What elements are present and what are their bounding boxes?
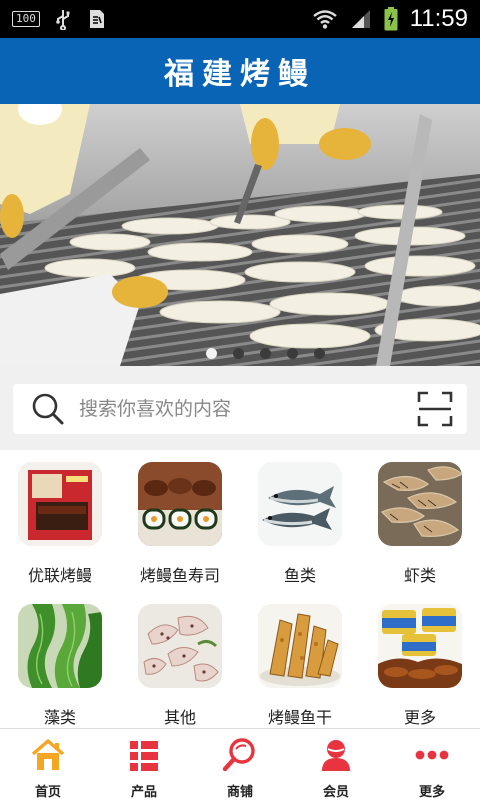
carousel-dot[interactable] <box>313 348 325 359</box>
category-item-sushi[interactable]: 烤鳗鱼寿司 <box>120 450 240 592</box>
battery-percent-badge: 100 <box>12 11 40 27</box>
shop-search-icon <box>222 738 255 772</box>
category-item-fish[interactable]: 鱼类 <box>240 450 360 592</box>
sim-card-icon <box>89 10 104 28</box>
category-item-eel[interactable]: 优联烤鳗 <box>0 450 120 592</box>
nav-label: 会员 <box>322 785 349 800</box>
category-label: 优联烤鳗 <box>27 566 92 585</box>
home-icon <box>31 739 65 770</box>
category-label: 鱼类 <box>283 566 316 585</box>
search-icon[interactable] <box>31 392 65 426</box>
eel-sushi-photo <box>138 462 222 546</box>
nav-label: 商铺 <box>226 785 253 800</box>
more-icon <box>415 750 449 760</box>
category-item-shrimp[interactable]: 虾类 <box>360 450 480 592</box>
scan-icon[interactable] <box>417 391 453 427</box>
category-label: 更多 <box>403 708 436 727</box>
search-section <box>0 366 480 450</box>
nav-item-more[interactable]: 更多 <box>384 729 480 800</box>
status-bar: 100 11:59 <box>0 0 480 38</box>
category-label: 烤鳗鱼寿司 <box>139 566 220 585</box>
member-icon <box>322 740 350 771</box>
category-label: 烤鳗鱼干 <box>267 708 332 727</box>
category-label: 藻类 <box>43 708 76 727</box>
fish-photo <box>258 462 342 546</box>
nav-item-products[interactable]: 产品 <box>96 729 192 800</box>
search-bar[interactable] <box>13 384 467 434</box>
category-item-more[interactable]: 更多 <box>360 592 480 728</box>
app-header: 福建烤鳗 <box>0 38 480 104</box>
carousel-indicators <box>0 348 480 359</box>
nav-label: 产品 <box>130 785 157 800</box>
clock: 11:59 <box>409 5 468 32</box>
status-left: 100 <box>12 8 108 30</box>
app-title: 福建烤鳗 <box>164 57 316 92</box>
seaweed-photo <box>18 604 102 688</box>
bottom-nav: 首页 产品 商铺 会员 更多 <box>0 728 480 800</box>
banner-image <box>0 104 480 366</box>
nav-item-home[interactable]: 首页 <box>0 729 96 800</box>
shrimp-photo <box>378 462 462 546</box>
category-grid: 优联烤鳗 烤鳗鱼寿司 鱼类 虾类 藻类 其他 烤鳗鱼干 更多 <box>0 450 480 728</box>
canned-food-photo <box>378 604 462 688</box>
nav-item-shops[interactable]: 商铺 <box>192 729 288 800</box>
nav-item-member[interactable]: 会员 <box>288 729 384 800</box>
category-label: 其他 <box>163 708 196 727</box>
dried-fish-photo <box>258 604 342 688</box>
nav-label: 首页 <box>34 785 61 800</box>
battery-icon <box>384 7 398 31</box>
nav-label: 更多 <box>418 785 445 800</box>
category-label: 虾类 <box>403 566 436 585</box>
carousel-dot[interactable] <box>205 348 217 359</box>
status-right: 11:59 <box>312 5 468 33</box>
carousel-dot[interactable] <box>259 348 271 359</box>
carousel-dot[interactable] <box>286 348 298 359</box>
usb-icon <box>56 10 70 30</box>
search-input[interactable] <box>79 398 417 420</box>
carousel-dot[interactable] <box>232 348 244 359</box>
signal-icon <box>351 10 370 28</box>
squid-photo <box>138 604 222 688</box>
category-item-dried-eel[interactable]: 烤鳗鱼干 <box>240 592 360 728</box>
category-item-seaweed[interactable]: 藻类 <box>0 592 120 728</box>
category-item-other[interactable]: 其他 <box>120 592 240 728</box>
eel-package-photo <box>18 462 102 546</box>
banner-carousel[interactable] <box>0 104 480 366</box>
wifi-icon <box>312 10 337 29</box>
product-grid-icon <box>130 741 158 771</box>
